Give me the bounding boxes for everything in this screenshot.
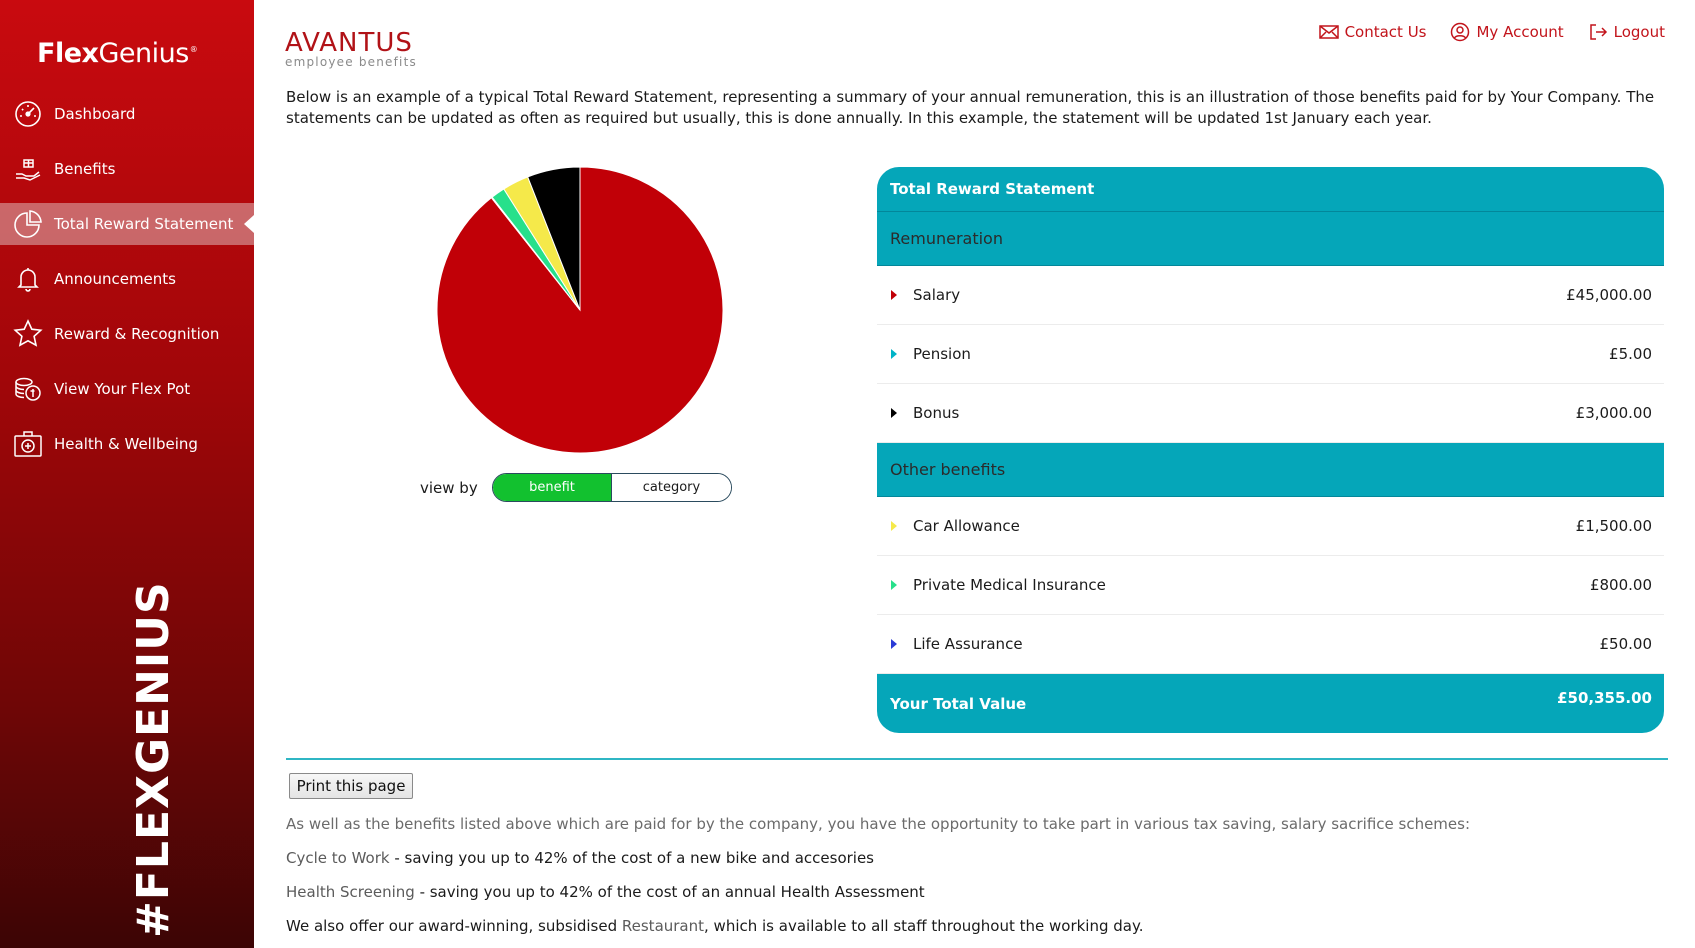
- expand-arrow-icon[interactable]: [891, 521, 897, 531]
- statement-row-bonus[interactable]: Bonus £3,000.00: [877, 384, 1664, 443]
- sidebar-item-announcements[interactable]: Announcements: [0, 258, 254, 300]
- my-account-label: My Account: [1476, 23, 1564, 41]
- sidebar-item-dashboard[interactable]: Dashboard: [0, 93, 254, 135]
- user-circle-icon: [1451, 22, 1470, 42]
- restaurant-post-text: , which is available to all staff throug…: [704, 917, 1144, 935]
- sidebar: FlexGenius® Dashboard Benefits Total Rew…: [0, 0, 254, 948]
- sidebar-item-label: Reward & Recognition: [54, 325, 220, 343]
- sidebar-item-label: Health & Wellbeing: [54, 435, 198, 453]
- contact-us-link[interactable]: Contact Us: [1318, 22, 1427, 42]
- statement-title: Total Reward Statement: [877, 167, 1664, 212]
- restaurant-link[interactable]: Restaurant: [622, 917, 704, 935]
- row-label: Car Allowance: [913, 517, 1020, 535]
- health-screening-link[interactable]: Health Screening: [286, 883, 415, 901]
- sidebar-item-label: Dashboard: [54, 105, 136, 123]
- schemes-intro-text: As well as the benefits listed above whi…: [286, 815, 1471, 833]
- intro-text: Below is an example of a typical Total R…: [286, 88, 1655, 127]
- view-by-label: view by: [420, 478, 478, 497]
- total-reward-statement-table: Total Reward Statement Remuneration Sala…: [877, 167, 1664, 733]
- sidebar-item-label: Announcements: [54, 270, 176, 288]
- sidebar-item-benefits[interactable]: Benefits: [0, 148, 254, 190]
- cycle-to-work-line: Cycle to Work - saving you up to 42% of …: [286, 849, 874, 867]
- view-by-toggle: benefit category: [491, 473, 732, 502]
- total-value-amount: £50,355.00: [1557, 688, 1652, 707]
- row-value: £50.00: [1599, 635, 1653, 653]
- sidebar-item-total-reward-statement[interactable]: Total Reward Statement: [0, 203, 254, 245]
- view-by-control: view by benefit category: [420, 473, 732, 502]
- top-navigation: Contact Us My Account Logout: [1318, 22, 1665, 42]
- coins-icon: [13, 374, 43, 404]
- sidebar-item-health-wellbeing[interactable]: Health & Wellbeing: [0, 423, 254, 465]
- expand-arrow-icon[interactable]: [891, 408, 897, 418]
- logo-title: AVANTUS: [285, 28, 413, 58]
- star-icon: [13, 319, 43, 349]
- print-page-button[interactable]: Print this page: [289, 773, 413, 799]
- statement-row-life-assurance[interactable]: Life Assurance £50.00: [877, 615, 1664, 674]
- restaurant-pre-text: We also offer our award-winning, subsidi…: [286, 917, 622, 935]
- logout-link[interactable]: Logout: [1588, 22, 1665, 42]
- expand-arrow-icon[interactable]: [891, 349, 897, 359]
- statement-row-salary[interactable]: Salary £45,000.00: [877, 266, 1664, 325]
- health-screening-text: - saving you up to 42% of the cost of an…: [414, 883, 925, 901]
- sidebar-item-label: Total Reward Statement: [54, 215, 234, 233]
- restaurant-line: We also offer our award-winning, subsidi…: [286, 917, 1144, 935]
- row-label: Life Assurance: [913, 635, 1023, 653]
- sidebar-item-flex-pot[interactable]: View Your Flex Pot: [0, 368, 254, 410]
- row-label: Private Medical Insurance: [913, 576, 1106, 594]
- row-label: Bonus: [913, 404, 960, 422]
- total-value-row: Your Total Value £50,355.00: [877, 674, 1664, 733]
- logout-label: Logout: [1613, 23, 1665, 41]
- brand-bold: Flex: [37, 38, 99, 69]
- sidebar-nav: Dashboard Benefits Total Reward Statemen…: [0, 93, 254, 478]
- other-benefits-heading: Other benefits: [877, 443, 1664, 497]
- statement-row-pension[interactable]: Pension £5.00: [877, 325, 1664, 384]
- avantus-logo[interactable]: AVANTUS employee benefits: [285, 28, 417, 69]
- schemes-intro: As well as the benefits listed above whi…: [286, 815, 1470, 833]
- bell-icon: [13, 264, 43, 294]
- expand-arrow-icon[interactable]: [891, 580, 897, 590]
- row-value: £5.00: [1609, 345, 1652, 363]
- pie-chart-icon: [13, 209, 43, 239]
- sidebar-item-label: Benefits: [54, 160, 116, 178]
- row-label: Salary: [913, 286, 961, 304]
- row-value: £45,000.00: [1566, 286, 1652, 304]
- my-account-link[interactable]: My Account: [1450, 22, 1564, 42]
- envelope-icon: [1318, 25, 1339, 39]
- row-value: £800.00: [1589, 576, 1652, 594]
- row-value: £3,000.00: [1575, 404, 1652, 422]
- total-value-label: Your Total Value: [890, 694, 1027, 713]
- logo-subtitle: employee benefits: [285, 55, 417, 69]
- view-by-benefit-option[interactable]: benefit: [492, 474, 612, 501]
- row-value: £1,500.00: [1575, 517, 1652, 535]
- hand-gift-icon: [13, 154, 43, 184]
- reward-pie-chart: [436, 166, 724, 454]
- sidebar-item-reward-recognition[interactable]: Reward & Recognition: [0, 313, 254, 355]
- medical-kit-icon: [13, 429, 43, 459]
- view-by-category-option[interactable]: category: [611, 474, 731, 501]
- health-screening-line: Health Screening - saving you up to 42% …: [286, 883, 925, 901]
- cycle-to-work-text: - saving you up to 42% of the cost of a …: [389, 849, 875, 867]
- statement-row-private-medical-insurance[interactable]: Private Medical Insurance £800.00: [877, 556, 1664, 615]
- gauge-icon: [13, 99, 43, 129]
- remuneration-heading: Remuneration: [877, 212, 1664, 266]
- section-divider: [286, 758, 1668, 760]
- logout-icon: [1589, 24, 1607, 40]
- flexgenius-hashtag: #FLEXGENIUS: [128, 581, 179, 938]
- sidebar-item-label: View Your Flex Pot: [54, 380, 191, 398]
- expand-arrow-icon[interactable]: [891, 639, 897, 649]
- brand-mark: ®: [189, 45, 198, 54]
- brand-logo[interactable]: FlexGenius®: [37, 38, 198, 69]
- cycle-to-work-link[interactable]: Cycle to Work: [286, 849, 390, 867]
- row-label: Pension: [913, 345, 971, 363]
- brand-regular: Genius: [98, 38, 189, 69]
- contact-us-label: Contact Us: [1344, 23, 1427, 41]
- expand-arrow-icon[interactable]: [891, 290, 897, 300]
- statement-row-car-allowance[interactable]: Car Allowance £1,500.00: [877, 497, 1664, 556]
